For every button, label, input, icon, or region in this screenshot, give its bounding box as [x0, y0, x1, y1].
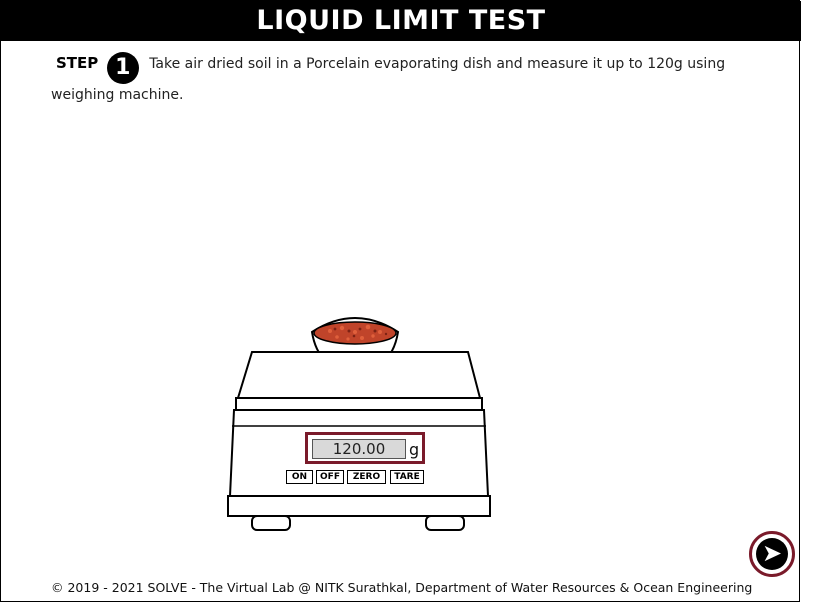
step-label: STEP	[56, 54, 99, 72]
weighing-machine	[227, 317, 491, 531]
footer-copyright: © 2019 - 2021 SOLVE - The Virtual Lab @ …	[51, 580, 753, 595]
scale-display: 120.00	[305, 432, 425, 464]
scale-off-button[interactable]: OFF	[316, 470, 344, 484]
next-step-button[interactable]: ➤	[749, 531, 795, 577]
scale-on-button[interactable]: ON	[286, 470, 313, 484]
step-number-badge: 1	[106, 52, 139, 84]
step-text: Take air dried soil in a Porcelain evapo…	[51, 56, 726, 103]
page-title: LIQUID LIMIT TEST	[1, 1, 801, 41]
scale-zero-button[interactable]: ZERO	[347, 470, 386, 484]
scale-unit: g	[409, 440, 420, 459]
scale-tare-button[interactable]: TARE	[390, 470, 424, 484]
step-instruction: STEP 1 Take air dried soil in a Porcelai…	[51, 52, 771, 106]
play-icon: ➤	[756, 538, 788, 570]
scale-reading: 120.00	[312, 439, 406, 459]
